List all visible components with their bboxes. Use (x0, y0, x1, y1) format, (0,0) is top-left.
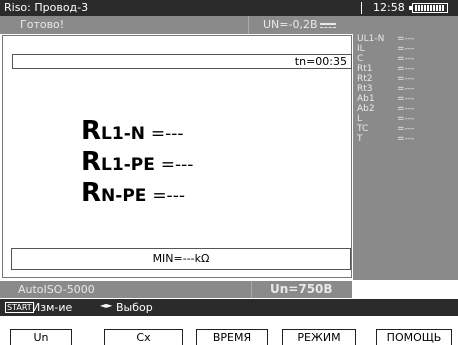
side-row-rt3: Rt3 =--- (357, 84, 457, 94)
side-value: =--- (397, 44, 415, 54)
side-row-il: IL =--- (357, 44, 457, 54)
result-subscript: L1-N (101, 124, 145, 144)
result-symbol: R (81, 116, 102, 146)
side-row-ab2: Ab2 =--- (357, 104, 457, 114)
timer-bar: tn=00:35 (12, 54, 352, 69)
side-row-tc: TC =--- (357, 124, 457, 134)
result-rl1-pe: RL1-PE =--- (81, 147, 193, 177)
side-row-rt2: Rt2 =--- (357, 74, 457, 84)
side-label: L (357, 114, 363, 124)
side-label: TC (357, 124, 369, 134)
measurement-timer: tn=00:35 (294, 55, 347, 68)
side-row-l: L =--- (357, 114, 457, 124)
result-subscript: L1-PE (101, 155, 155, 175)
result-value: =--- (152, 186, 185, 206)
measurement-panel: tn=00:35 RL1-N =--- RL1-PE =--- RN-PE =-… (2, 35, 352, 278)
result-value: =--- (160, 155, 194, 175)
noise-voltage: UN=-0,2В (248, 16, 354, 34)
side-value: =--- (397, 104, 415, 114)
side-label: T (357, 134, 363, 144)
battery-icon (409, 3, 448, 13)
start-key-icon: START (5, 302, 34, 313)
hint-change: Изм-ие (32, 301, 73, 314)
result-subscript: N-PE (101, 186, 147, 206)
mode-divider (251, 281, 252, 298)
side-value: =--- (397, 124, 415, 134)
status-text: Готово! (20, 18, 65, 31)
softkey-help[interactable]: ПОМОЩЬ (376, 329, 452, 345)
side-label: C (357, 54, 364, 64)
softkey-mode[interactable]: РЕЖИМ (282, 329, 356, 345)
result-rn-pe: RN-PE =--- (81, 178, 185, 208)
result-symbol: R (81, 178, 102, 208)
side-value: =--- (397, 74, 415, 84)
side-label: Ab2 (357, 104, 375, 114)
side-row-rt1: Rt1 =--- (357, 64, 457, 74)
side-row-ul1-n: UL1-N =--- (357, 34, 457, 44)
side-value: =--- (397, 64, 415, 74)
status-bar: Готово! UN=-0,2В (0, 16, 356, 34)
side-value: =--- (397, 114, 415, 124)
softkey-un[interactable]: Un (10, 329, 72, 345)
screen-title: Riso: Провод-3 (4, 1, 89, 14)
result-value: =--- (150, 124, 184, 144)
side-label: Rt1 (357, 64, 373, 74)
result-rl1-n: RL1-N =--- (81, 116, 184, 146)
mode-bar: AutoISO-5000 Un=750В (0, 281, 352, 298)
side-results-panel: UL1-N =--- IL =--- C =--- Rt1 =--- Rt2 =--- R… (353, 16, 458, 280)
softkey-bar: Un Cx ВРЕМЯ РЕЖИМ ПОМОЩЬ (0, 318, 458, 345)
clock: 12:58 (373, 1, 405, 14)
noise-voltage-value: UN=-0,2В (263, 18, 318, 31)
min-value: MIN=---kΩ (152, 252, 210, 265)
side-label: IL (357, 44, 365, 54)
hint-bar: START Изм-ие ◄► Выбор (0, 299, 458, 316)
left-right-arrows-icon: ◄► (100, 301, 113, 310)
title-bar: Riso: Провод-3 12:58 (0, 0, 458, 16)
measurement-mode: AutoISO-5000 (18, 283, 95, 296)
side-label: UL1-N (357, 34, 385, 44)
side-row-c: C =--- (357, 54, 457, 64)
title-divider (361, 2, 362, 14)
hint-select: Выбор (116, 301, 153, 314)
dc-icon (319, 22, 336, 28)
side-label: Ab1 (357, 94, 375, 104)
side-row-ab1: Ab1 =--- (357, 94, 457, 104)
side-value: =--- (397, 34, 415, 44)
softkey-time[interactable]: ВРЕМЯ (196, 329, 268, 345)
side-value: =--- (397, 134, 415, 144)
side-row-t: T =--- (357, 134, 457, 144)
side-value: =--- (397, 94, 415, 104)
test-voltage: Un=750В (270, 282, 333, 296)
side-label: Rt2 (357, 74, 373, 84)
side-label: Rt3 (357, 84, 373, 94)
side-value: =--- (397, 54, 415, 64)
side-value: =--- (397, 84, 415, 94)
result-symbol: R (81, 147, 102, 177)
min-value-box: MIN=---kΩ (11, 248, 351, 270)
softkey-cx[interactable]: Cx (104, 329, 183, 345)
